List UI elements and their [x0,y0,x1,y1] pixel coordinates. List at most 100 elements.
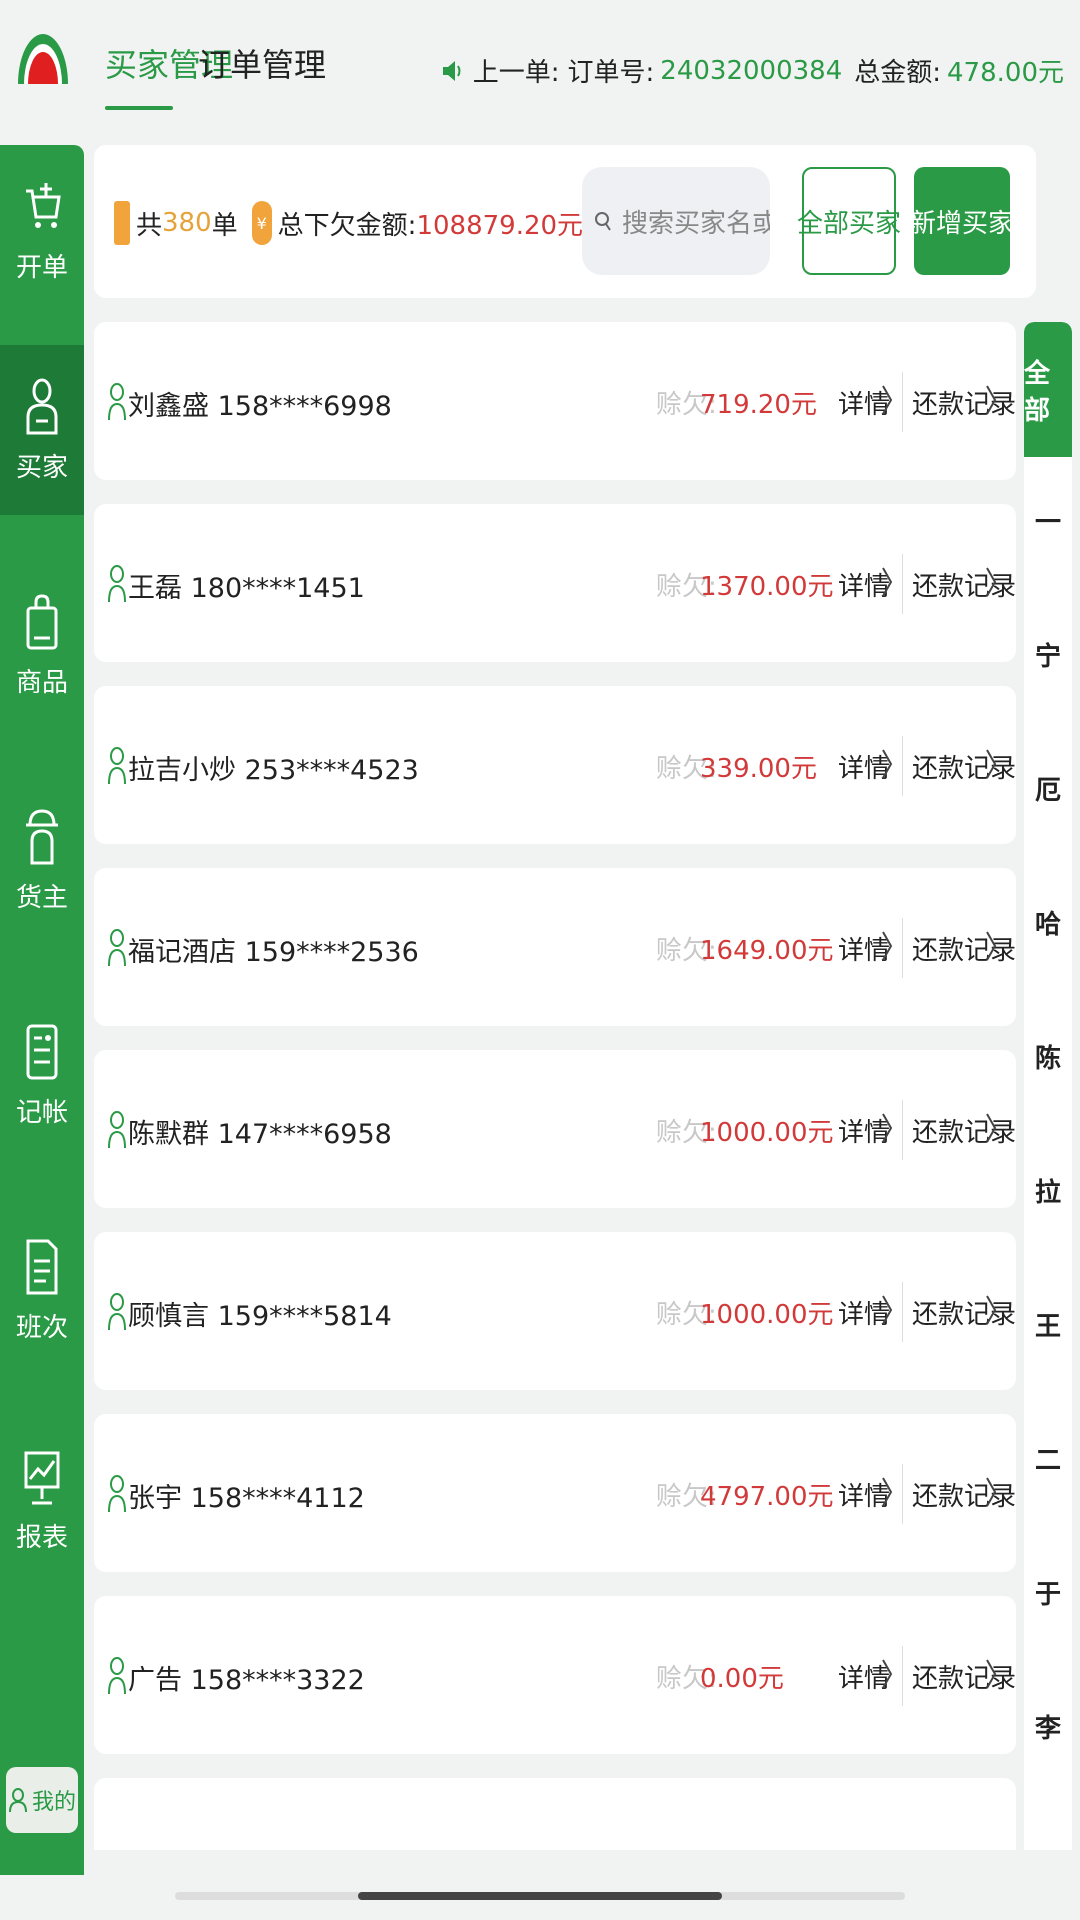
sidebar-item-product[interactable]: 商品 [0,560,84,730]
chevron-right-icon [882,385,893,415]
person-icon [108,383,126,421]
sidebar-item-report[interactable]: 报表 [0,1415,84,1585]
sidebar-item-label: 班次 [15,1312,68,1343]
app-logo-icon [18,34,68,84]
buyer-icon [26,378,58,434]
owner-icon [26,808,58,864]
sidebar-item-label: 开单 [15,252,68,283]
index-letter[interactable]: 陈 [1024,1038,1072,1075]
total-amount-label: 总金额: [854,58,942,88]
last-order-info: 上一单: 订单号: 24032000384 总金额: 478.00元 [441,52,1064,89]
index-letter[interactable]: 于 [1024,1574,1072,1611]
repayment-record-link[interactable]: 还款记录 [912,566,1016,603]
add-buyer-button[interactable]: 新增买家 [910,167,1014,275]
home-indicator[interactable] [358,1892,722,1900]
buyer-name: 福记酒店 159****2536 [128,937,419,968]
repayment-record-link[interactable]: 还款记录 [912,384,1016,421]
repayment-record-link[interactable]: 还款记录 [912,1476,1016,1513]
order-no-label: 订单号: [567,58,655,88]
index-letter[interactable]: 厄 [1024,770,1072,807]
owe-amount: 1649.00元 [700,936,834,966]
buyer-row[interactable]: 陈默群 147****6958 赊欠: 1000.00元 详情 还款记录 [94,1050,1016,1208]
buyer-row-partial[interactable] [94,1778,1016,1850]
divider [902,372,903,432]
chevron-right-icon [986,1659,997,1689]
search-input[interactable]: 搜索买家名或首字母 [582,167,770,275]
person-icon [108,1293,126,1331]
sidebar-item-ledger[interactable]: 记帐 [0,990,84,1160]
chevron-right-icon [986,931,997,961]
buyer-name: 刘鑫盛 158****6998 [128,391,392,422]
buyer-row[interactable]: 张宇 158****4112 赊欠: 4797.00元 详情 还款记录 [94,1414,1016,1572]
document-icon [114,201,130,245]
tab-order-management[interactable]: 订单管理 [198,40,326,86]
sidebar-item-label: 报表 [15,1522,68,1553]
search-placeholder: 搜索买家名或首字母 [622,208,770,239]
summary-bar: 共 380 单 ¥ 总下欠金额: 108879.20元 搜索买家名或首字母 全部… [94,145,1036,298]
index-letter[interactable]: 二 [1024,1440,1072,1477]
repayment-record-link[interactable]: 还款记录 [912,748,1016,785]
owe-amount: 1000.00元 [700,1300,834,1330]
summary-stats: 共 380 单 ¥ 总下欠金额: 108879.20元 [114,201,621,245]
buyer-name: 王磊 180****1451 [128,573,365,604]
sidebar-item-billing[interactable]: 开单 [0,145,84,315]
divider [902,1646,903,1706]
chevron-right-icon [986,385,997,415]
divider [902,736,903,796]
owe-amount: 1000.00元 [700,1118,834,1148]
chevron-right-icon [986,1477,997,1507]
active-tab-indicator [105,106,173,110]
sidebar-item-label: 买家 [15,452,68,483]
chevron-right-icon [986,1295,997,1325]
index-letter[interactable]: 王 [1024,1306,1072,1343]
buyer-name: 拉吉小炒 253****4523 [128,755,419,786]
buyer-row[interactable]: 广告 158****3322 赊欠: 0.00元 详情 还款记录 [94,1596,1016,1754]
buyer-row[interactable]: 福记酒店 159****2536 赊欠: 1649.00元 详情 还款记录 [94,868,1016,1026]
order-count: 380 [162,208,212,238]
shift-icon [26,1239,58,1294]
buyer-row[interactable]: 王磊 180****1451 赊欠: 1370.00元 详情 还款记录 [94,504,1016,662]
all-buyers-button[interactable]: 全部买家 [797,167,901,275]
report-icon [24,1451,60,1504]
product-icon [26,593,58,649]
owe-amount: 4797.00元 [700,1482,834,1512]
person-icon [108,565,126,603]
buyer-row[interactable]: 顾慎言 159****5814 赊欠: 1000.00元 详情 还款记录 [94,1232,1016,1390]
mine-button[interactable]: 我的 [6,1767,78,1833]
sidebar-item-label: 货主 [15,882,68,913]
order-count-prefix: 共 [136,210,163,241]
index-letter[interactable]: 宁 [1024,636,1072,673]
chevron-right-icon [882,749,893,779]
top-header: 买家管理 订单管理 上一单: 订单号: 24032000384 总金额: 478… [0,0,1080,145]
repayment-record-link[interactable]: 还款记录 [912,930,1016,967]
person-icon [108,1657,126,1695]
index-letter[interactable]: 哈 [1024,904,1072,941]
buyer-name: 张宇 158****4112 [128,1483,365,1514]
index-letter[interactable]: 一 [1024,502,1072,539]
chevron-right-icon [986,1113,997,1143]
person-icon [108,747,126,785]
chevron-right-icon [882,1113,893,1143]
owe-amount: 1370.00元 [700,572,834,602]
ledger-icon [26,1024,58,1079]
sidebar-item-buyer[interactable]: 买家 [0,345,84,515]
repayment-record-link[interactable]: 还款记录 [912,1294,1016,1331]
index-letter[interactable]: 李 [1024,1708,1072,1745]
repayment-record-link[interactable]: 还款记录 [912,1112,1016,1149]
chevron-right-icon [882,1659,893,1689]
sidebar-item-owner[interactable]: 货主 [0,775,84,945]
divider [902,1282,903,1342]
owe-amount: 339.00元 [700,754,817,784]
index-bar: 全部 一 宁 厄 哈 陈 拉 王 二 于 李 [1024,322,1072,1850]
divider [902,918,903,978]
owe-amount: 719.20元 [700,390,817,420]
buyer-row[interactable]: 刘鑫盛 158****6998 赊欠: 719.20元 详情 还款记录 [94,322,1016,480]
buyer-name: 广告 158****3322 [128,1665,365,1696]
sidebar-item-shift[interactable]: 班次 [0,1205,84,1375]
repayment-record-link[interactable]: 还款记录 [912,1658,1016,1695]
index-letter[interactable]: 拉 [1024,1172,1072,1209]
index-all[interactable]: 全部 [1024,322,1072,457]
total-owe-label: 总下欠金额: [277,210,417,241]
speaker-icon[interactable] [441,58,463,84]
buyer-row[interactable]: 拉吉小炒 253****4523 赊欠: 339.00元 详情 还款记录 [94,686,1016,844]
